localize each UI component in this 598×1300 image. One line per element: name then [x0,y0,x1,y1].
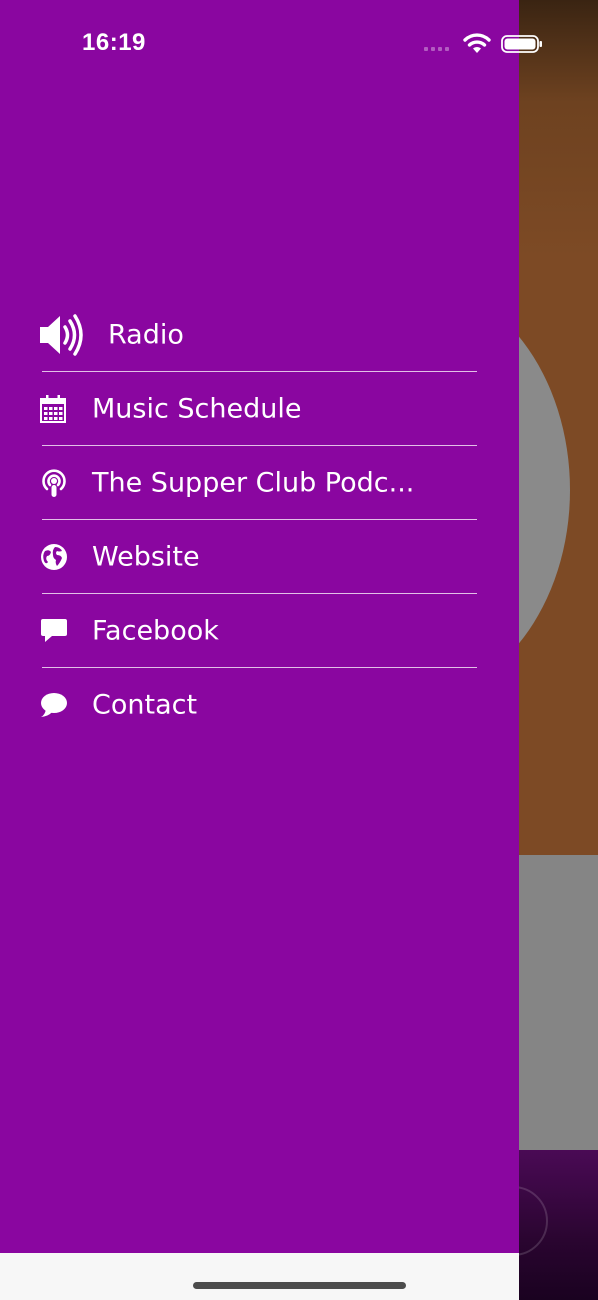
calendar-icon [40,395,66,423]
cellular-signal-icon [424,47,449,51]
speech-bubble-icon [40,692,68,718]
home-indicator[interactable] [193,1282,406,1289]
podcast-icon [40,468,68,498]
navigation-menu: Radio Music Schedule The Supper Club Pod… [0,298,519,742]
menu-item-radio[interactable]: Radio [0,298,519,372]
menu-item-music-schedule[interactable]: Music Schedule [0,372,519,446]
menu-item-facebook[interactable]: Facebook [0,594,519,668]
comment-square-icon [40,618,68,644]
globe-icon [40,543,68,571]
home-indicator-area [0,1253,519,1300]
menu-item-label: Website [92,541,200,573]
side-drawer: 16:19 Radio Music Schedule The Supper Cl… [0,0,542,1253]
menu-item-label: Contact [92,689,198,721]
menu-item-label: Facebook [92,615,219,647]
status-time: 16:19 [82,29,146,56]
battery-icon [501,35,542,53]
wifi-icon [463,33,491,53]
menu-item-label: Music Schedule [92,393,302,425]
menu-item-label: The Supper Club Podc... [92,467,415,499]
menu-item-label: Radio [108,319,184,351]
menu-item-contact[interactable]: Contact [0,668,519,742]
menu-item-website[interactable]: Website [0,520,519,594]
speaker-icon [38,313,84,357]
menu-item-podcast[interactable]: The Supper Club Podc... [0,446,519,520]
